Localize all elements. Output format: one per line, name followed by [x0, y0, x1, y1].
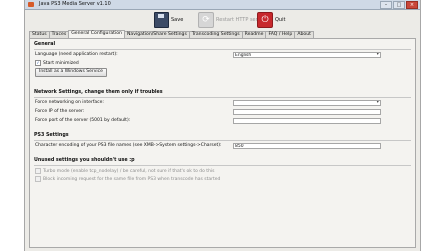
- toolbar: Save ⟳ Restart HTTP server ⏻ Quit: [25, 10, 420, 30]
- checkbox-box: [35, 168, 41, 174]
- window-controls: – □ ×: [380, 1, 418, 9]
- refresh-icon: ⟳: [198, 12, 214, 28]
- turbo-mode-label: Turbo mode (enable tcp_nodelay) / be car…: [43, 168, 215, 174]
- section-divider: [34, 165, 411, 166]
- section-title-general: General: [34, 42, 56, 47]
- tab-status[interactable]: Status: [29, 31, 50, 38]
- general-configuration-panel: General Language (need application resta…: [29, 38, 416, 248]
- force-ip-input[interactable]: [233, 109, 381, 115]
- window-title: Java PS3 Media Server v1.10: [39, 1, 111, 7]
- tab-navigation-share-settings[interactable]: Navigation/Share Settings: [123, 31, 190, 38]
- floppy-disk-icon: [154, 12, 169, 28]
- tab-readme[interactable]: Readme: [241, 31, 267, 38]
- tab-about[interactable]: About: [294, 31, 314, 38]
- minimize-button[interactable]: –: [380, 1, 392, 9]
- section-title-unused: Unused settings you shouldn't use :p: [34, 158, 135, 163]
- tab-faq-help[interactable]: FAQ / Help: [265, 31, 296, 38]
- start-minimized-checkbox[interactable]: ✓ Start minimized: [35, 60, 79, 66]
- force-ip-label: Force IP of the server:: [35, 109, 85, 114]
- restart-http-server-button[interactable]: ⟳ Restart HTTP server: [198, 12, 266, 28]
- language-label: Language (need application restart):: [35, 52, 118, 57]
- language-select[interactable]: English: [233, 52, 381, 58]
- checkmark-icon: ✓: [35, 60, 41, 66]
- tab-transcoding-settings[interactable]: Transcoding Settings: [188, 31, 243, 38]
- force-interface-label: Force networking on interface:: [35, 100, 104, 105]
- tab-traces[interactable]: Traces: [48, 31, 70, 38]
- app-window: Java PS3 Media Server v1.10 – □ × Save ⟳…: [24, 0, 421, 251]
- install-windows-service-button[interactable]: Install as a Windows Service: [35, 68, 107, 77]
- charset-label: Character encoding of your PS3 file name…: [35, 143, 222, 148]
- start-minimized-label: Start minimized: [43, 60, 79, 66]
- maximize-button[interactable]: □: [393, 1, 405, 9]
- save-button[interactable]: Save: [154, 12, 183, 28]
- quit-label: Quit: [275, 17, 286, 23]
- force-port-label: Force port of the server (5001 by defaul…: [35, 118, 131, 123]
- force-interface-select[interactable]: [233, 100, 381, 106]
- section-title-network: Network Settings, change them only if tr…: [34, 90, 163, 95]
- force-port-input[interactable]: [233, 118, 381, 124]
- turbo-mode-checkbox[interactable]: Turbo mode (enable tcp_nodelay) / be car…: [35, 168, 215, 174]
- app-icon: [28, 2, 34, 7]
- power-icon: ⏻: [257, 12, 273, 28]
- quit-button[interactable]: ⏻ Quit: [257, 12, 285, 28]
- block-incoming-request-label: Block incoming request for the same file…: [43, 176, 221, 182]
- section-divider: [34, 140, 411, 141]
- title-bar[interactable]: Java PS3 Media Server v1.10 – □ ×: [25, 0, 420, 10]
- section-title-ps3: PS3 Settings: [34, 133, 69, 138]
- save-label: Save: [171, 17, 184, 23]
- charset-input[interactable]: 850: [233, 143, 381, 149]
- block-incoming-request-checkbox[interactable]: Block incoming request for the same file…: [35, 176, 220, 182]
- checkbox-box: [35, 176, 41, 182]
- section-divider: [34, 97, 411, 98]
- close-button[interactable]: ×: [406, 1, 418, 9]
- section-divider: [34, 49, 411, 50]
